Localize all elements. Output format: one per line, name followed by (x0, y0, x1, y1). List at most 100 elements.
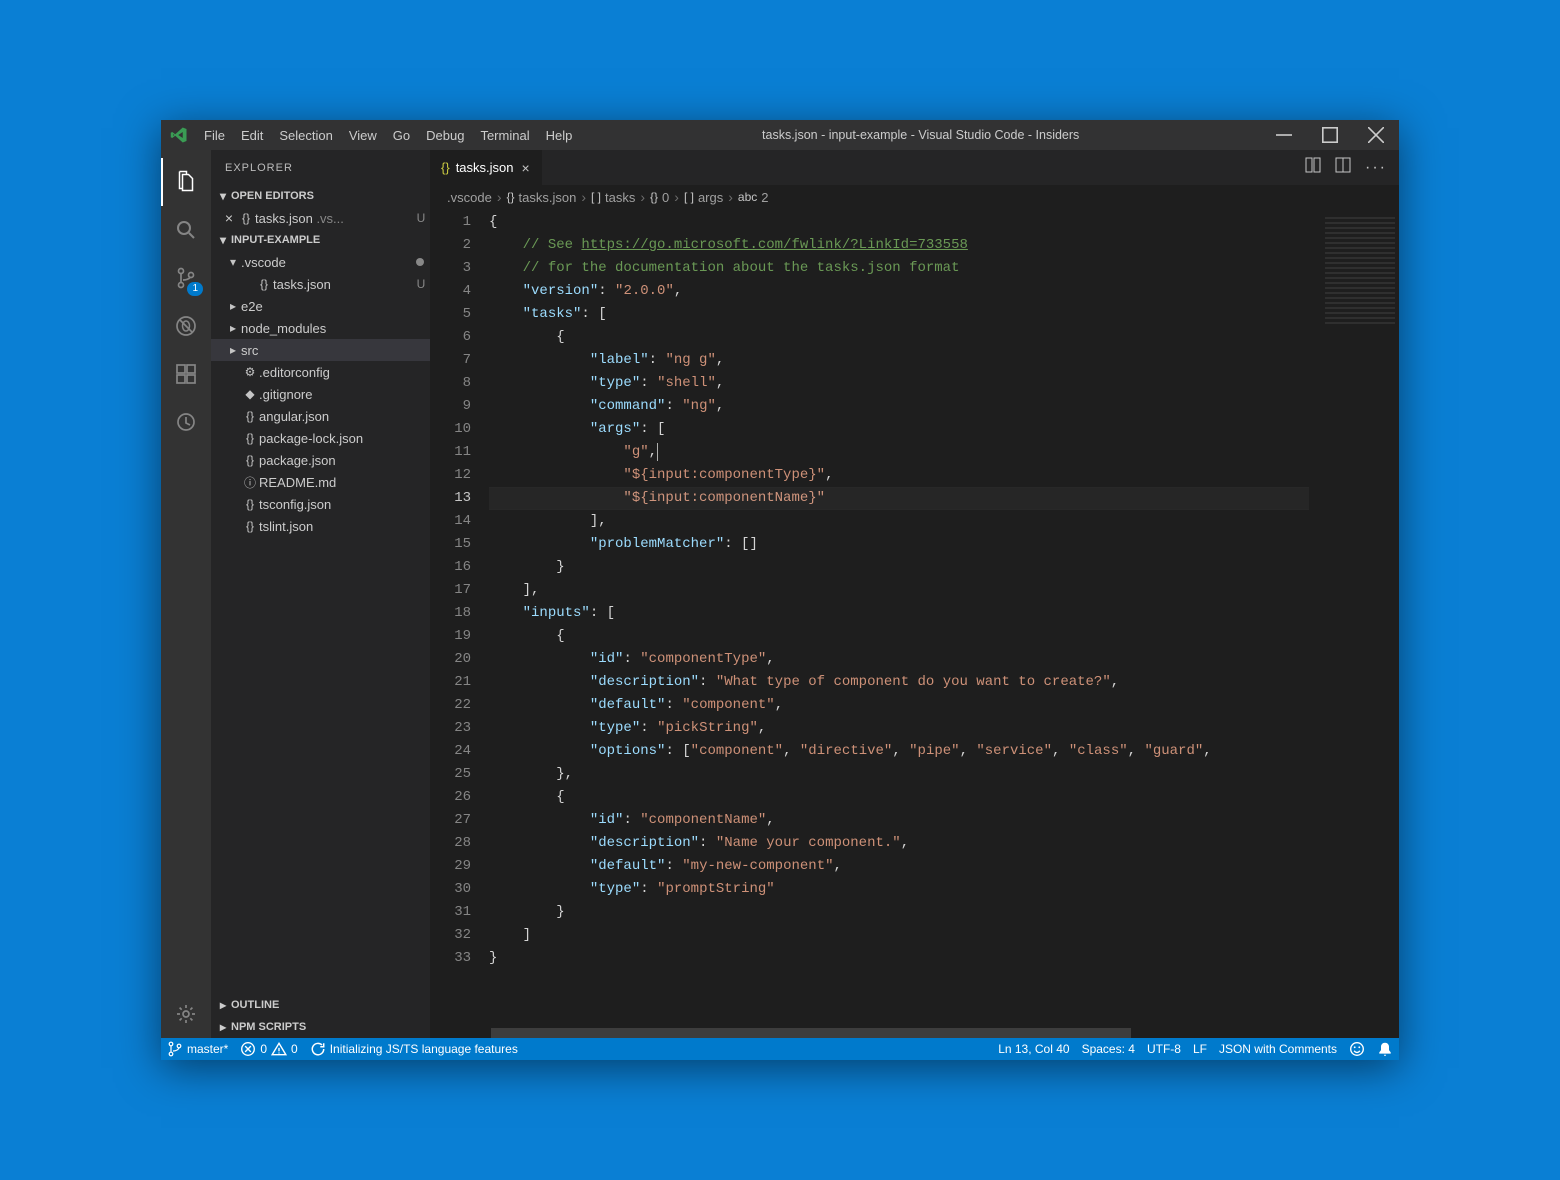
breadcrumb-item[interactable]: tasks.json (519, 190, 577, 205)
tree-item--editorconfig[interactable]: ⚙.editorconfig (211, 361, 430, 383)
section-open-editors[interactable]: ▾ OPEN EDITORS (211, 185, 430, 207)
status-feedback[interactable] (1343, 1038, 1371, 1060)
menu-go[interactable]: Go (385, 120, 418, 150)
activity-scm[interactable]: 1 (161, 254, 211, 302)
json-icon: {} (237, 211, 255, 225)
section-label: OPEN EDITORS (231, 190, 314, 202)
scrollbar-thumb[interactable] (491, 1028, 1131, 1038)
section-npm-scripts[interactable]: ▸ NPM SCRIPTS (211, 1016, 430, 1038)
line-numbers: 1234567891011121314151617181920212223242… (431, 209, 489, 1028)
more-icon[interactable]: ··· (1365, 159, 1387, 177)
breadcrumb-item[interactable]: 2 (761, 190, 768, 205)
twisty-icon: ▸ (225, 343, 241, 357)
json-icon: {} (241, 453, 259, 467)
chevron-right-icon: ▸ (215, 1020, 231, 1034)
menu-help[interactable]: Help (538, 120, 581, 150)
activity-settings[interactable] (161, 990, 211, 1038)
menu-bar: File Edit Selection View Go Debug Termin… (196, 120, 580, 150)
tree-item-angular-json[interactable]: {}angular.json (211, 405, 430, 427)
chevron-right-icon: › (671, 189, 682, 205)
breadcrumb-item[interactable]: 0 (662, 190, 669, 205)
vscode-window: File Edit Selection View Go Debug Termin… (161, 120, 1399, 1060)
file-label: package.json (259, 453, 430, 468)
horizontal-scrollbar[interactable] (431, 1028, 1399, 1038)
open-editor-item[interactable]: × {} tasks.json .vs... U (211, 207, 430, 229)
tree-item-tslint-json[interactable]: {}tslint.json (211, 515, 430, 537)
chevron-right-icon: ▸ (215, 998, 231, 1012)
editor-actions: ··· (1293, 150, 1399, 185)
status-notifications[interactable] (1371, 1038, 1399, 1060)
tree-item-src[interactable]: ▸src (211, 339, 430, 361)
tree-item--gitignore[interactable]: ◆.gitignore (211, 383, 430, 405)
file-label: src (241, 343, 430, 358)
minimize-button[interactable] (1261, 120, 1307, 150)
breadcrumb-type-icon: {} (506, 190, 516, 204)
app-logo (161, 126, 196, 144)
minimap[interactable] (1309, 209, 1399, 1028)
menu-view[interactable]: View (341, 120, 385, 150)
diff-icon[interactable] (1305, 157, 1321, 178)
menu-terminal[interactable]: Terminal (472, 120, 537, 150)
status-problems[interactable]: 0 0 (234, 1038, 303, 1060)
breadcrumb-item[interactable]: tasks (605, 190, 635, 205)
tree-item-package-json[interactable]: {}package.json (211, 449, 430, 471)
tree-item-tasks-json[interactable]: {}tasks.jsonU (211, 273, 430, 295)
status-language-init[interactable]: Initializing JS/TS language features (304, 1038, 524, 1060)
maximize-button[interactable] (1307, 120, 1353, 150)
file-label: tsconfig.json (259, 497, 430, 512)
tree-item-e2e[interactable]: ▸e2e (211, 295, 430, 317)
status-encoding[interactable]: UTF-8 (1141, 1038, 1187, 1060)
breadcrumb-type-icon: [ ] (591, 190, 603, 204)
tree-item-tsconfig-json[interactable]: {}tsconfig.json (211, 493, 430, 515)
status-cursor[interactable]: Ln 13, Col 40 (992, 1038, 1075, 1060)
tree-item-README-md[interactable]: ⓘREADME.md (211, 471, 430, 493)
git-icon: ◆ (241, 387, 259, 401)
menu-debug[interactable]: Debug (418, 120, 472, 150)
close-button[interactable] (1353, 120, 1399, 150)
section-label: NPM SCRIPTS (231, 1021, 306, 1033)
file-label: .gitignore (259, 387, 430, 402)
smiley-icon (1349, 1041, 1365, 1057)
status-indent[interactable]: Spaces: 4 (1076, 1038, 1141, 1060)
activity-search[interactable] (161, 206, 211, 254)
scm-badge: 1 (187, 282, 203, 296)
close-icon[interactable]: × (520, 160, 532, 176)
json-icon: {} (241, 519, 259, 533)
file-label: tasks.json (273, 277, 412, 292)
gear-icon (174, 1002, 198, 1026)
activity-custom[interactable] (161, 398, 211, 446)
tree-item-node_modules[interactable]: ▸node_modules (211, 317, 430, 339)
status-branch[interactable]: master* (161, 1038, 234, 1060)
menu-edit[interactable]: Edit (233, 120, 271, 150)
tab-label: tasks.json (456, 160, 514, 175)
json-icon: {} (241, 409, 259, 423)
menu-selection[interactable]: Selection (271, 120, 340, 150)
breadcrumb[interactable]: .vscode›{}tasks.json›[ ]tasks›{}0›[ ]arg… (431, 185, 1399, 209)
breadcrumb-item[interactable]: args (698, 190, 723, 205)
sync-icon (310, 1041, 326, 1057)
split-editor-icon[interactable] (1335, 157, 1351, 178)
file-label: angular.json (259, 409, 430, 424)
bug-icon (174, 314, 198, 338)
breadcrumb-item[interactable]: .vscode (447, 190, 492, 205)
activity-explorer[interactable] (161, 158, 211, 206)
file-label: tasks.json .vs... (255, 211, 412, 226)
code-editor[interactable]: { // See https://go.microsoft.com/fwlink… (489, 209, 1309, 1028)
file-label: tslint.json (259, 519, 430, 534)
chevron-right-icon: › (494, 189, 505, 205)
title-bar: File Edit Selection View Go Debug Termin… (161, 120, 1399, 150)
activity-debug[interactable] (161, 302, 211, 350)
editor-tab[interactable]: {} tasks.json × (431, 150, 543, 185)
extensions-icon (174, 362, 198, 386)
json-icon: {} (241, 497, 259, 511)
window-title: tasks.json - input-example - Visual Stud… (580, 128, 1261, 142)
activity-extensions[interactable] (161, 350, 211, 398)
section-outline[interactable]: ▸ OUTLINE (211, 994, 430, 1016)
tree-item--vscode[interactable]: ▾.vscode (211, 251, 430, 273)
close-icon[interactable]: × (221, 210, 237, 226)
status-language[interactable]: JSON with Comments (1213, 1038, 1343, 1060)
status-eol[interactable]: LF (1187, 1038, 1213, 1060)
tree-item-package-lock-json[interactable]: {}package-lock.json (211, 427, 430, 449)
menu-file[interactable]: File (196, 120, 233, 150)
section-workspace[interactable]: ▾ INPUT-EXAMPLE (211, 229, 430, 251)
